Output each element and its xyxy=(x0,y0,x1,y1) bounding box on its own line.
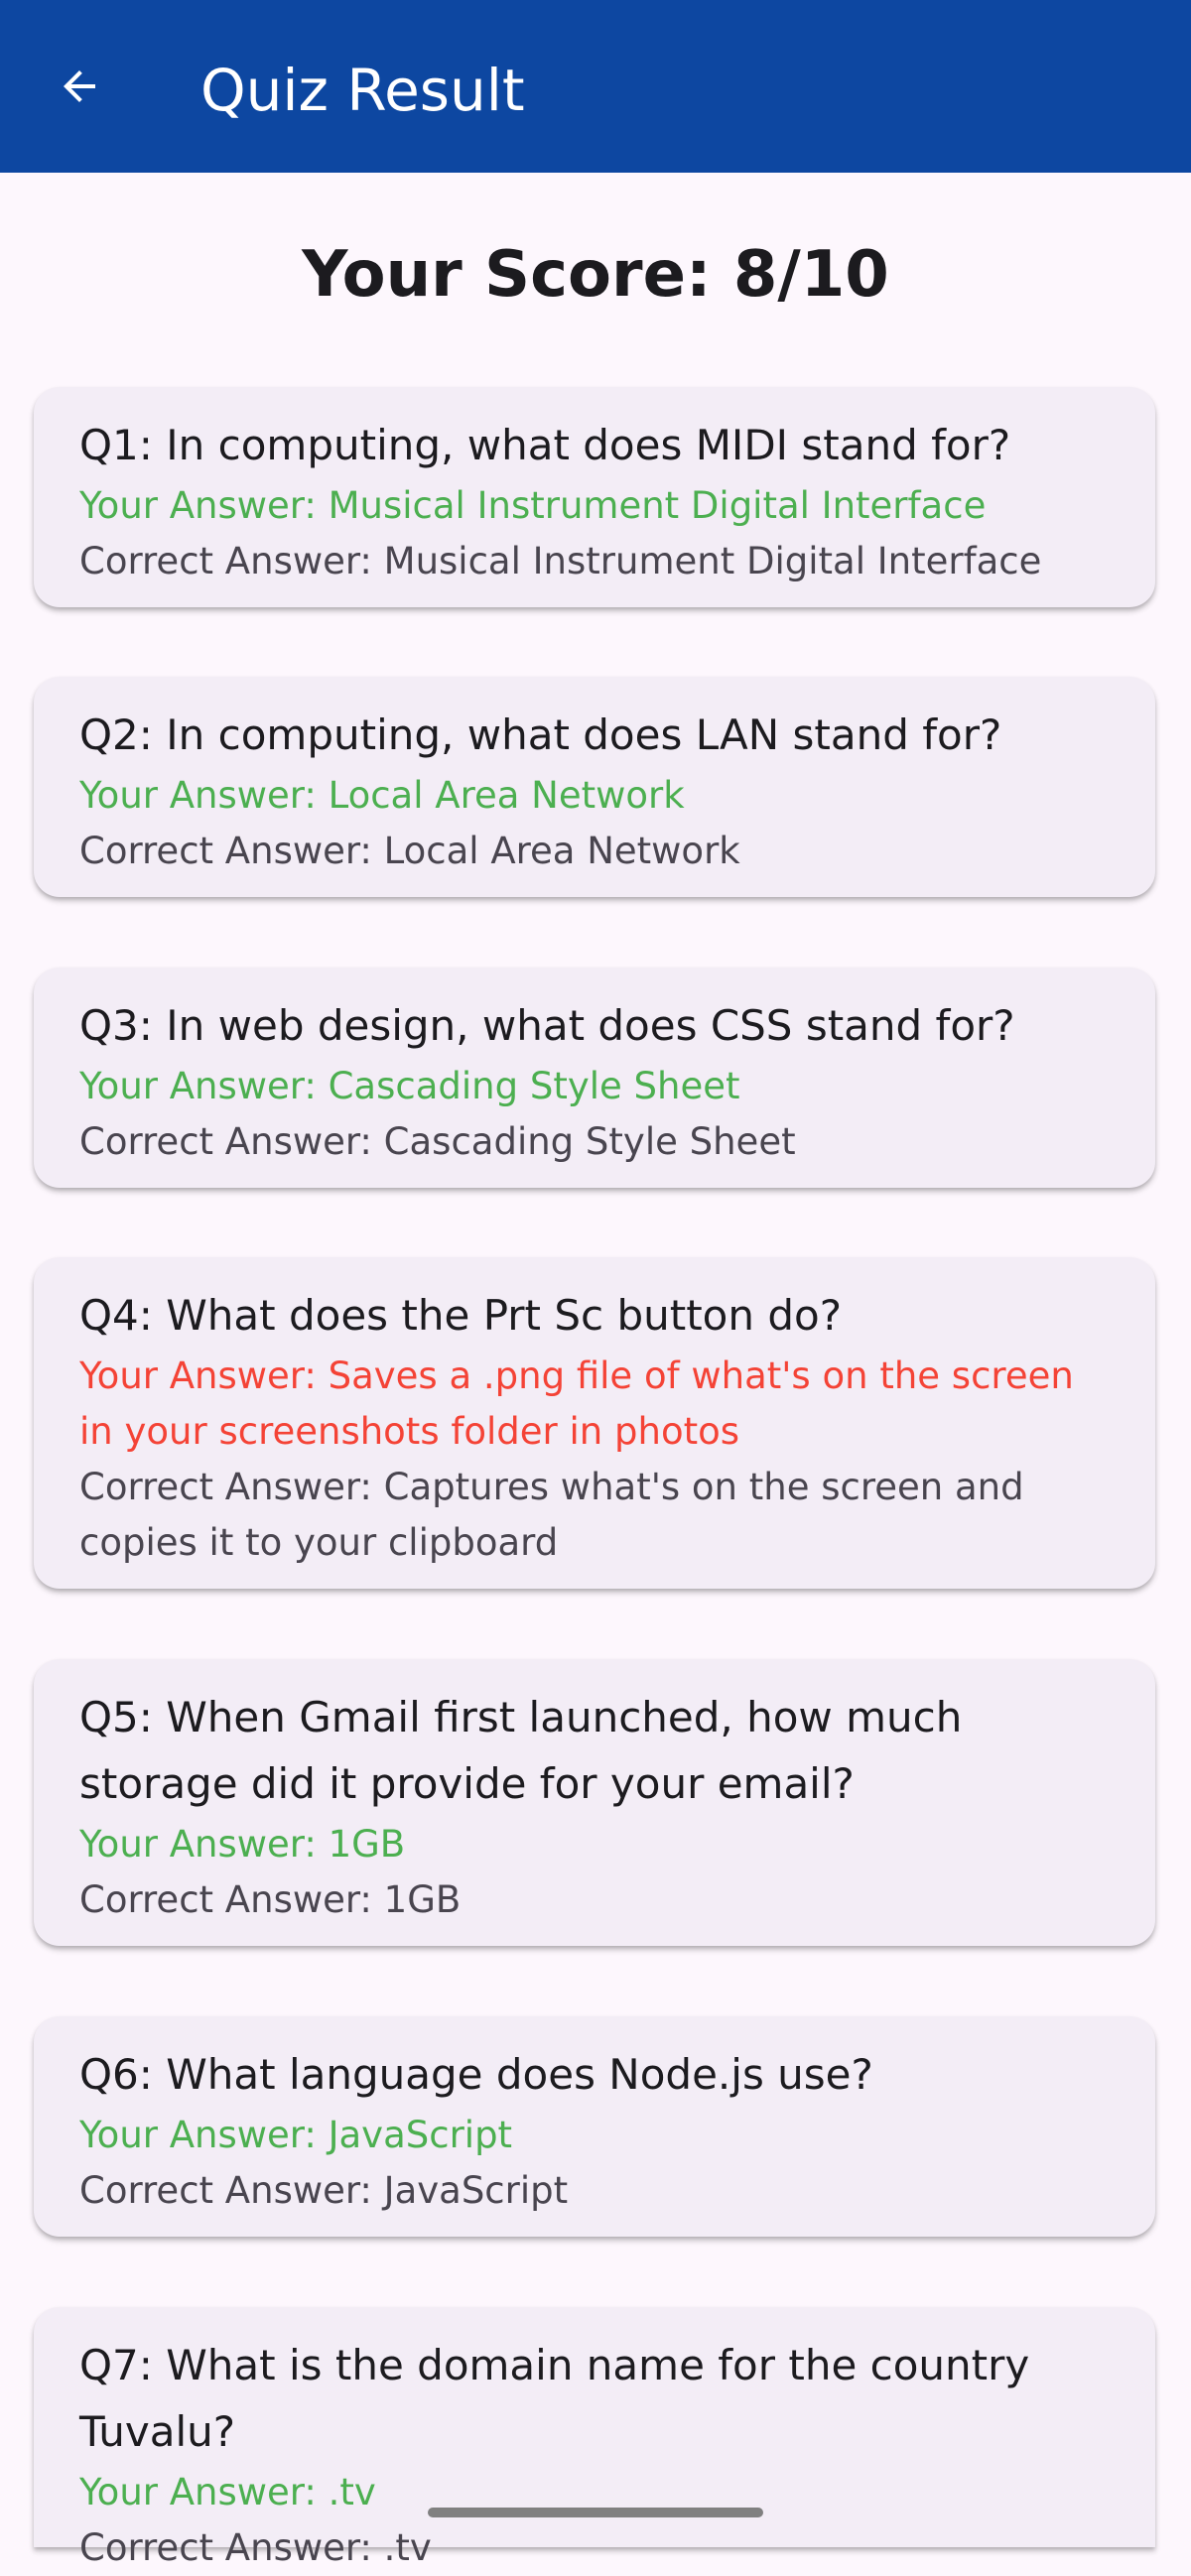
question-card-6: Q6: What language does Node.js use? Your… xyxy=(34,2016,1155,2237)
app-bar: Quiz Result xyxy=(0,0,1191,173)
question-card-1: Q1: In computing, what does MIDI stand f… xyxy=(34,387,1155,607)
question-card-5: Q5: When Gmail first launched, how much … xyxy=(34,1659,1155,1946)
your-answer: Your Answer: Musical Instrument Digital … xyxy=(79,484,987,527)
question-text: Q6: What language does Node.js use? xyxy=(79,2050,873,2099)
question-text: Q4: What does the Prt Sc button do? xyxy=(79,1291,842,1340)
your-answer: Your Answer: Saves a .png file of what's… xyxy=(79,1354,1074,1453)
question-card-2: Q2: In computing, what does LAN stand fo… xyxy=(34,677,1155,897)
correct-answer: Correct Answer: Musical Instrument Digit… xyxy=(79,540,1042,582)
question-card-4: Q4: What does the Prt Sc button do? Your… xyxy=(34,1257,1155,1589)
correct-answer: Correct Answer: .tv xyxy=(79,2526,432,2569)
your-answer: Your Answer: Local Area Network xyxy=(79,774,685,817)
back-button[interactable] xyxy=(40,47,119,126)
correct-answer: Correct Answer: Captures what's on the s… xyxy=(79,1466,1024,1564)
score-heading: Your Score: 8/10 xyxy=(302,238,889,312)
correct-answer: Correct Answer: Cascading Style Sheet xyxy=(79,1120,796,1163)
question-card-3: Q3: In web design, what does CSS stand f… xyxy=(34,967,1155,1188)
your-answer: Your Answer: Cascading Style Sheet xyxy=(79,1065,740,1107)
your-answer: Your Answer: JavaScript xyxy=(79,2114,513,2156)
question-text: Q3: In web design, what does CSS stand f… xyxy=(79,1001,1015,1050)
question-text: Q7: What is the domain name for the coun… xyxy=(79,2341,1030,2456)
page-title: Quiz Result xyxy=(200,57,525,124)
correct-answer: Correct Answer: Local Area Network xyxy=(79,830,740,872)
question-text: Q1: In computing, what does MIDI stand f… xyxy=(79,421,1011,469)
question-text: Q5: When Gmail first launched, how much … xyxy=(79,1693,963,1808)
question-text: Q2: In computing, what does LAN stand fo… xyxy=(79,710,1002,759)
your-answer: Your Answer: 1GB xyxy=(79,1823,406,1866)
home-indicator[interactable] xyxy=(428,2508,763,2517)
correct-answer: Correct Answer: 1GB xyxy=(79,1878,462,1921)
arrow-left-icon xyxy=(64,70,95,102)
correct-answer: Correct Answer: JavaScript xyxy=(79,2169,569,2212)
